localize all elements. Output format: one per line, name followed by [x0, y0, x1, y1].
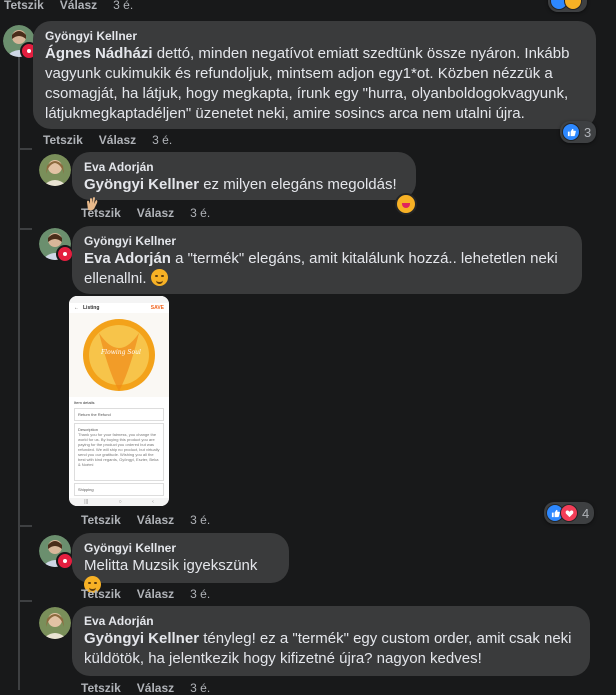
avatar[interactable] [39, 607, 71, 639]
comment-bubble: Gyöngyi Kellner Melitta Muzsik igyekszün… [72, 533, 289, 593]
haha-reaction-icon[interactable] [395, 193, 417, 215]
phone-nav-bar: ||| ○ ‹ [69, 498, 169, 506]
mention-link[interactable]: Ágnes Nádházi [45, 45, 153, 62]
like-button[interactable]: Tetszik [81, 513, 121, 527]
comment-text: Eva Adorján a "termék" elegáns, amit kit… [84, 250, 558, 287]
mention-link[interactable]: Eva Adorján [84, 250, 171, 267]
save-link: SAVE [150, 305, 164, 311]
reply-button[interactable]: Válasz [137, 587, 174, 601]
comment-actions: Tetszik Válasz 3 é. [81, 587, 210, 601]
field-description: Description Thank you for your fairness,… [74, 423, 164, 481]
comment-bubble: Eva Adorján Gyöngyi Kellner ez milyen el… [72, 152, 416, 211]
thread-line [18, 228, 32, 230]
thread-line [18, 525, 32, 527]
like-button[interactable]: Tetszik [81, 206, 121, 220]
comment-actions: Tetszik Válasz 3 é. [81, 206, 210, 220]
comment-author[interactable]: Gyöngyi Kellner [84, 234, 570, 248]
mention-link[interactable]: Gyöngyi Kellner [84, 630, 199, 647]
field-title: Return the Refund [74, 408, 164, 421]
comment-actions: Tetszik Válasz 3 é. [81, 513, 210, 527]
comment-author[interactable]: Gyöngyi Kellner [45, 29, 584, 43]
comment-bubble: Gyöngyi Kellner Ágnes Nádházi dettó, min… [33, 21, 596, 129]
reply-button[interactable]: Válasz [137, 681, 174, 695]
attachment-image[interactable]: ← Listing SAVE Flowing Soul Item details… [69, 296, 169, 506]
comment-actions: Tetszik Válasz 3 é. [43, 133, 172, 147]
timestamp[interactable]: 3 é. [152, 133, 172, 147]
back-arrow-icon: ← [74, 305, 79, 311]
like-button[interactable]: Tetszik [43, 133, 83, 147]
like-button[interactable]: Tetszik [81, 587, 121, 601]
avatar[interactable] [39, 154, 71, 186]
reaction-count: 4 [582, 505, 590, 521]
like-button[interactable]: Tetszik [4, 0, 44, 12]
product-logo-text: Flowing Soul [101, 349, 141, 356]
comment-text: Ágnes Nádházi dettó, minden negatívot em… [45, 45, 570, 122]
reaction-summary[interactable]: 4 [544, 502, 595, 524]
reply-button[interactable]: Válasz [137, 513, 174, 527]
reply-button[interactable]: Válasz [60, 0, 97, 12]
love-reaction-icon [560, 504, 578, 522]
reply-button[interactable]: Válasz [137, 206, 174, 220]
timestamp[interactable]: 3 é. [190, 681, 210, 695]
comment-bubble: Gyöngyi Kellner Eva Adorján a "termék" e… [72, 226, 582, 294]
thread-line [18, 600, 32, 602]
comment-actions: Tetszik Válasz 3 é. [4, 0, 133, 12]
timestamp[interactable]: 3 é. [113, 0, 133, 12]
comment-author[interactable]: Eva Adorján [84, 614, 578, 628]
timestamp[interactable]: 3 é. [190, 587, 210, 601]
comment-author[interactable]: Eva Adorján [84, 160, 404, 174]
reaction-count: 3 [584, 124, 592, 140]
item-details-heading: Item details [74, 400, 95, 405]
thread-line [18, 50, 20, 690]
listing-title: Listing [83, 305, 100, 311]
comment-bubble: Eva Adorján Gyöngyi Kellner tényleg! ez … [72, 606, 590, 676]
like-button[interactable]: Tetszik [81, 681, 121, 695]
thread-line [18, 148, 32, 150]
comment-actions: Tetszik Válasz 3 é. [81, 681, 210, 695]
field-shipping: Shipping [74, 483, 164, 496]
smiling-emoji-icon [150, 269, 168, 286]
reaction-summary[interactable] [548, 0, 587, 12]
haha-reaction-icon [564, 0, 582, 10]
timestamp[interactable]: 3 é. [190, 513, 210, 527]
comment-author[interactable]: Gyöngyi Kellner [84, 541, 277, 555]
product-image: Flowing Soul [69, 313, 169, 397]
timestamp[interactable]: 3 é. [190, 206, 210, 220]
mention-link[interactable]: Gyöngyi Kellner [84, 176, 199, 193]
comment-text: Gyöngyi Kellner tényleg! ez a "termék" e… [84, 630, 572, 667]
reaction-summary[interactable]: 3 [560, 121, 597, 143]
like-reaction-icon [562, 123, 580, 141]
reply-button[interactable]: Válasz [99, 133, 136, 147]
